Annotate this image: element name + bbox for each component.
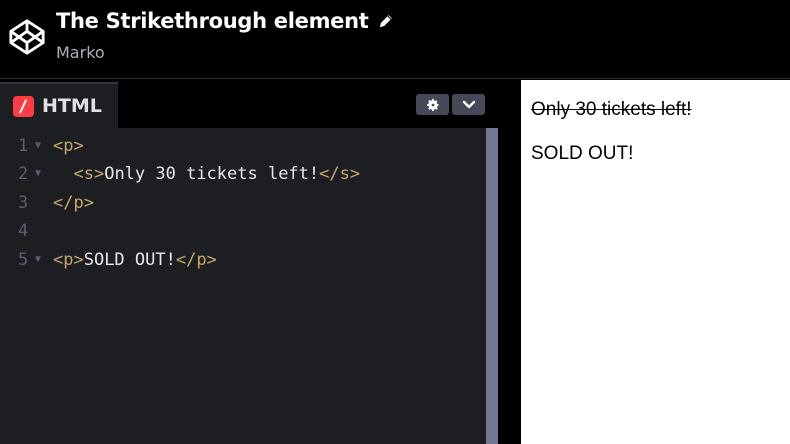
code-area[interactable]: 1 ▼ <p> 2 ▼ <s>Only 30 tickets left!</s> 3 </p… xyxy=(0,128,486,444)
code-line[interactable]: 4 xyxy=(0,217,486,245)
preview-panel: Only 30 tickets left! SOLD OUT! xyxy=(521,80,790,444)
tab-html[interactable]: HTML xyxy=(0,82,118,128)
tab-label: HTML xyxy=(42,95,102,117)
fold-toggle-icon[interactable]: ▼ xyxy=(35,160,41,188)
gear-icon xyxy=(426,98,439,111)
html-editor-panel: HTML 1 ▼ <p> 2 ▼ <s>Only 30 tickets left!</s… xyxy=(0,80,498,444)
title-row: The Strikethrough element xyxy=(56,9,395,33)
line-number: 4 xyxy=(18,221,29,242)
line-number: 2 xyxy=(18,164,29,185)
line-number: 3 xyxy=(18,192,29,213)
code-open-tag: <p> xyxy=(53,136,84,156)
code-open-tag: </p> xyxy=(53,192,94,213)
code-line[interactable]: 2 ▼ <s>Only 30 tickets left!</s> xyxy=(0,160,486,188)
code-content: <p>SOLD OUT!</p> xyxy=(53,246,217,274)
codepen-logo-icon[interactable] xyxy=(8,18,46,56)
code-content: <p> xyxy=(53,132,84,160)
code-text: SOLD OUT! xyxy=(83,249,176,270)
panel-resize-divider[interactable] xyxy=(498,80,521,444)
code-close-tag: </s> xyxy=(319,164,361,185)
pencil-icon[interactable] xyxy=(377,12,395,30)
editor-scrollbar[interactable] xyxy=(486,128,498,444)
code-line[interactable]: 3 </p> xyxy=(0,189,486,217)
pen-author[interactable]: Marko xyxy=(56,43,105,62)
code-line[interactable]: 1 ▼ <p> xyxy=(0,132,486,160)
pen-header: The Strikethrough element Marko xyxy=(0,0,790,79)
fold-toggle-icon[interactable]: ▼ xyxy=(35,246,41,274)
pen-title[interactable]: The Strikethrough element xyxy=(56,9,369,33)
preview-strikethrough-text: Only 30 tickets left! xyxy=(531,99,692,120)
code-open-tag: <s> xyxy=(73,164,105,185)
code-text: Only 30 tickets left! xyxy=(104,164,320,185)
editor-collapse-button[interactable] xyxy=(452,94,485,115)
code-content: </p> xyxy=(53,189,94,217)
preview-paragraph-text: SOLD OUT! xyxy=(531,143,634,164)
fold-toggle-icon[interactable]: ▼ xyxy=(35,132,41,160)
code-close-tag: </p> xyxy=(175,249,217,270)
code-open-tag: <p> xyxy=(53,249,84,270)
line-number: 5 xyxy=(18,249,29,270)
code-content: <s>Only 30 tickets left!</s> xyxy=(53,160,360,188)
editor-header: HTML xyxy=(0,80,498,128)
code-line[interactable]: 5 ▼ <p>SOLD OUT!</p> xyxy=(0,246,486,274)
line-number: 1 xyxy=(18,136,29,156)
chevron-down-icon xyxy=(462,100,475,108)
html-tab-icon xyxy=(13,95,34,117)
editor-settings-button[interactable] xyxy=(416,94,449,115)
